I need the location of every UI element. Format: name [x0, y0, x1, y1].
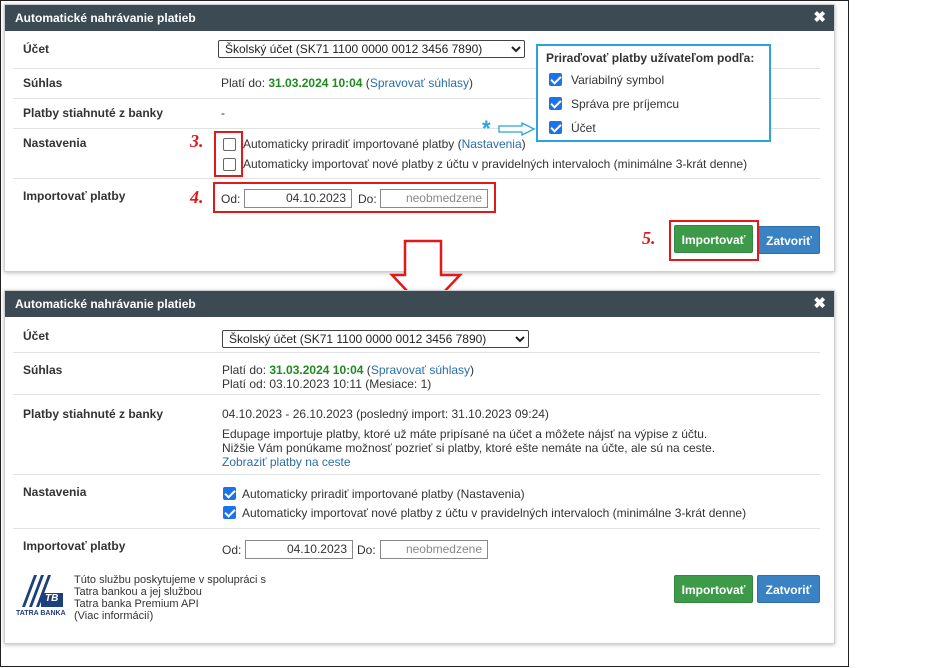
info-line2: Nižšie Vám ponúkame možnosť pozrieť si p…	[222, 441, 716, 455]
partner-line3: Tatra banka Premium API	[74, 598, 199, 610]
step3-label: 3.	[190, 131, 204, 151]
manage-open: (	[363, 363, 371, 377]
import-label: Importovať platby	[23, 189, 126, 203]
dialog-titlebar: Automatické nahrávanie platieb ✖	[5, 5, 834, 31]
auto-assign-end: )	[521, 137, 526, 151]
valid-to-prefix: Platí do:	[222, 363, 270, 377]
import-button[interactable]: Importovať	[674, 575, 753, 603]
consent-label: Súhlas	[23, 76, 63, 90]
downloaded-value: -	[221, 106, 225, 120]
step3-highlight	[214, 131, 243, 177]
consent-row: Súhlas Platí do: 31.03.2024 10:04 (Sprav…	[13, 353, 820, 395]
import-label: Importovať platby	[23, 539, 126, 553]
assign-message-label: Správa pre príjemcu	[571, 97, 680, 111]
auto-assign-checkbox[interactable]	[223, 487, 236, 500]
downloaded-label: Platby stiahnuté z banky	[23, 407, 164, 421]
step5-highlight	[669, 220, 759, 261]
manage-close: )	[470, 363, 475, 377]
manage-consent-link[interactable]: Spravovať súhlasy	[370, 76, 469, 90]
downloaded-range: 04.10.2023 - 26.10.2023 (posledný import…	[222, 407, 549, 421]
from-label: Od:	[222, 543, 242, 557]
valid-to-date: 31.03.2024 10:04	[268, 76, 363, 90]
manage-close: )	[469, 76, 474, 90]
step5-label: 5.	[642, 228, 656, 248]
downloaded-label: Platby stiahnuté z banky	[23, 106, 164, 120]
auto-import-label: Automaticky importovať nové platby z účt…	[243, 157, 748, 171]
account-label: Účet	[23, 329, 50, 343]
to-label: Do:	[357, 543, 376, 557]
settings-row: Nastavenia Automaticky priradiť importov…	[13, 475, 820, 529]
partner-line1: Túto službu poskytujeme v spolupráci s	[74, 574, 266, 586]
to-date-input[interactable]: neobmedzene	[380, 540, 488, 559]
assign-message-checkbox[interactable]	[549, 97, 562, 110]
close-button[interactable]: Zatvoriť	[758, 226, 820, 254]
asterisk-marker: *	[482, 116, 491, 141]
close-icon[interactable]: ✖	[813, 5, 826, 31]
valid-to-prefix: Platí do:	[221, 76, 269, 90]
auto-import-label: Automaticky importovať nové platby z účt…	[242, 506, 747, 520]
assign-by-title: Priraďovať platby užívateľom podľa:	[546, 51, 755, 65]
valid-from: Platí od: 03.10.2023 10:11 (Mesiace: 1)	[222, 377, 432, 391]
partner-info: Túto službu poskytujeme v spolupráci s T…	[74, 574, 266, 622]
settings-link[interactable]: Nastavenia	[462, 137, 522, 151]
partner-line2: Tatra bankou a jej službou	[74, 586, 202, 598]
tatra-banka-logo[interactable]: TB TATRA BANKA	[16, 573, 66, 623]
logo-tb: TB	[45, 593, 59, 604]
manage-consent-link[interactable]: Spravovať súhlasy	[371, 363, 470, 377]
account-select[interactable]: Školský účet (SK71 1100 0000 0012 3456 7…	[222, 330, 529, 348]
assign-account-label: Účet	[571, 121, 596, 135]
close-icon[interactable]: ✖	[813, 291, 826, 317]
settings-label: Nastavenia	[23, 136, 87, 150]
assign-vs-checkbox[interactable]	[549, 73, 562, 86]
dialog-title: Automatické nahrávanie platieb	[15, 11, 196, 25]
dialog-title: Automatické nahrávanie platieb	[15, 297, 196, 311]
logo-text: TATRA BANKA	[16, 610, 66, 617]
from-date-input[interactable]: 04.10.2023	[245, 540, 353, 559]
valid-to-date: 31.03.2024 10:04	[269, 363, 364, 377]
consent-value: Platí do: 31.03.2024 10:04 (Spravovať sú…	[222, 363, 474, 377]
account-select[interactable]: Školský účet (SK71 1100 0000 0012 3456 7…	[218, 40, 525, 58]
dialog-bottom: Automatické nahrávanie platieb ✖ Účet Šk…	[4, 290, 835, 644]
show-pending-link[interactable]: Zobraziť platby na ceste	[222, 455, 351, 469]
info-line1: Edupage importuje platby, ktoré už máte …	[222, 427, 708, 441]
downloaded-row: Platby stiahnuté z banky 04.10.2023 - 26…	[13, 395, 820, 475]
close-button[interactable]: Zatvoriť	[757, 575, 820, 603]
step4-highlight	[213, 182, 496, 213]
auto-import-checkbox[interactable]	[223, 506, 236, 519]
account-label: Účet	[23, 42, 50, 56]
assign-vs-label: Variabilný symbol	[571, 73, 665, 87]
assign-by-panel: Priraďovať platby užívateľom podľa: Vari…	[536, 44, 771, 142]
consent-label: Súhlas	[23, 363, 63, 377]
dialog-titlebar: Automatické nahrávanie platieb ✖	[5, 291, 834, 317]
assign-account-checkbox[interactable]	[549, 121, 562, 134]
import-row: Importovať platby Od: 04.10.2023 Do: neo…	[13, 529, 820, 565]
more-info-link[interactable]: (Viac informácií)	[74, 610, 266, 622]
blue-arrow-icon	[498, 122, 536, 136]
settings-label: Nastavenia	[23, 485, 87, 499]
manage-open: (	[362, 76, 370, 90]
auto-assign-label: Automaticky priradiť importované platby …	[243, 137, 462, 151]
step4-label: 4.	[190, 187, 204, 207]
auto-assign-label: Automaticky priradiť importované platby …	[242, 487, 525, 501]
consent-value: Platí do: 31.03.2024 10:04 (Spravovať sú…	[221, 76, 473, 90]
account-row: Účet Školský účet (SK71 1100 0000 0012 3…	[13, 321, 820, 353]
